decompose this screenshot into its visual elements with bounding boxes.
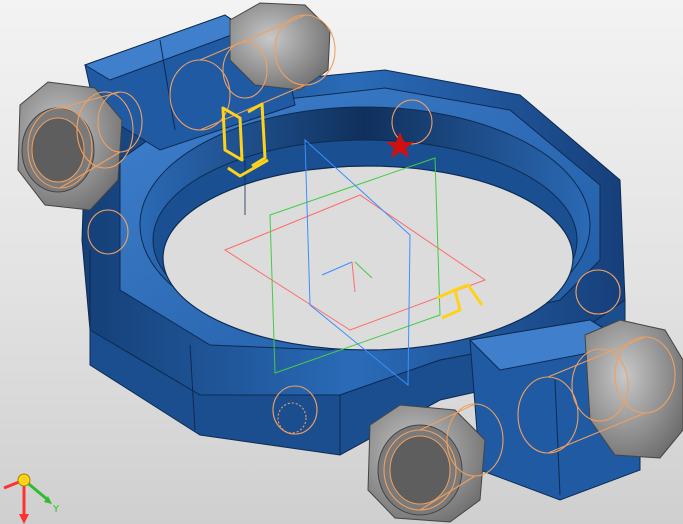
3d-viewport[interactable]: Y xyxy=(0,0,683,524)
triad-y-label: Y xyxy=(52,504,60,515)
axis-triad: Y xyxy=(3,473,60,524)
hex-nut-bottom[interactable] xyxy=(367,404,486,523)
part-model[interactable] xyxy=(0,0,683,524)
triad-origin xyxy=(17,473,31,487)
